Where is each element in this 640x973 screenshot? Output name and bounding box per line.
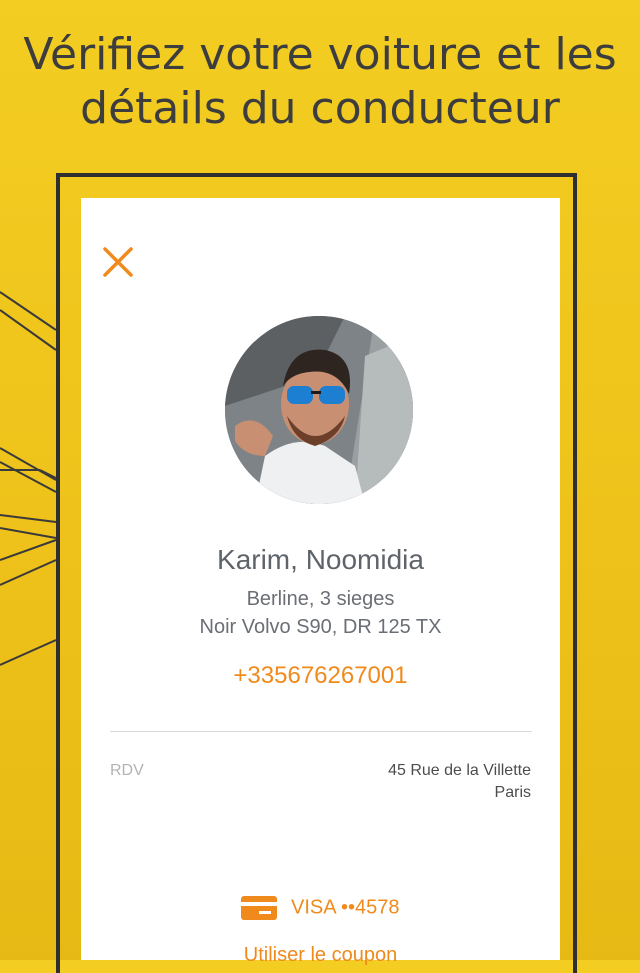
driver-avatar (225, 316, 413, 504)
driver-name: Karim, Noomidia (217, 544, 424, 575)
car-type: Berline, 3 sieges (246, 588, 395, 610)
car-details: Noir Volvo S90, DR 125 TX (199, 616, 442, 638)
address-line-2: Paris (494, 784, 531, 801)
driver-details-card: Karim, Noomidia Berline, 3 sieges Noir V… (81, 198, 560, 966)
meeting-address: 45 Rue de la Villette Paris (388, 760, 531, 804)
close-icon (103, 247, 133, 277)
meeting-label: RDV (110, 762, 144, 779)
payment-method-label: VISA ••4578 (291, 896, 400, 919)
divider (110, 731, 532, 732)
driver-phone-link[interactable]: +335676267001 (81, 662, 560, 690)
use-coupon-link[interactable]: Utiliser le coupon (81, 944, 560, 967)
credit-card-icon (241, 896, 278, 920)
payment-method-button[interactable]: VISA ••4578 (81, 896, 560, 920)
close-button[interactable] (99, 243, 137, 281)
address-line-1: 45 Rue de la Villette (388, 762, 531, 779)
